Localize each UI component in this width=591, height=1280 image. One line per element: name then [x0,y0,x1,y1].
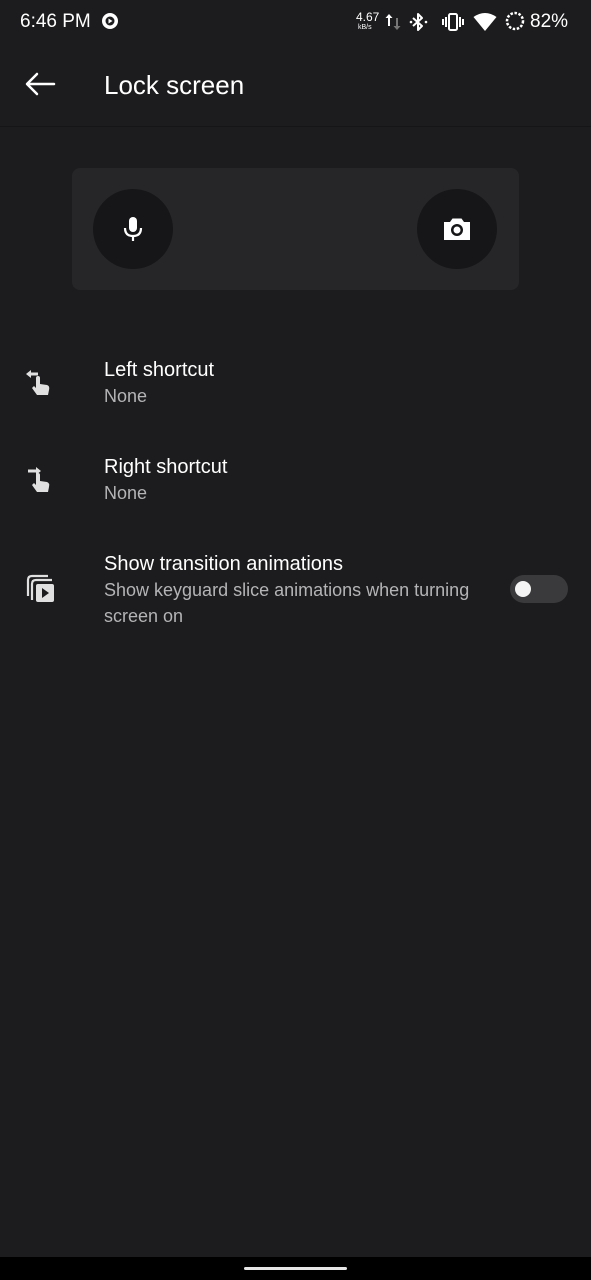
right-shortcut-icon [28,467,50,492]
data-arrows-icon [385,14,401,30]
transition-animations-title: Show transition animations [104,553,344,575]
toggle-knob [515,581,531,597]
app-bar: Lock screen [0,44,591,127]
transition-animations-toggle[interactable] [510,575,568,603]
camera-shortcut-button[interactable] [417,189,497,269]
microphone-icon [123,217,143,241]
network-speed-value: 4.67 [356,10,380,24]
back-arrow-icon[interactable] [20,66,60,102]
left-shortcut-setting[interactable]: Left shortcut None [0,348,591,420]
bluetooth-icon [409,13,428,31]
gesture-handle[interactable] [244,1267,347,1270]
network-speed-unit: kB/s [358,24,372,31]
left-shortcut-summary: None [104,386,148,406]
right-shortcut-title: Right shortcut [104,456,228,478]
network-speed: 4.67 kB/s [356,10,379,34]
wifi-icon [473,13,497,31]
status-time: 6:46 PM [20,11,91,32]
camera-icon [444,218,470,240]
cast-icon [102,13,118,29]
right-shortcut-summary: None [104,483,148,503]
status-bar: 6:46 PM 4.67 kB/s 82% [0,0,591,44]
left-shortcut-title: Left shortcut [104,359,215,381]
battery-percent: 82% [530,11,569,32]
microphone-shortcut-button[interactable] [93,189,173,269]
right-shortcut-setting[interactable]: Right shortcut None [0,445,591,517]
lockscreen-preview [72,168,519,290]
transition-animations-summary: Show keyguard slice animations when turn… [104,580,470,626]
page-title: Lock screen [104,70,245,100]
animations-icon [26,574,54,602]
transition-animations-setting[interactable]: Show transition animations Show keyguard… [0,542,591,638]
battery-saver-icon [505,11,525,31]
vibrate-icon [442,13,464,31]
left-shortcut-icon [26,370,50,395]
navigation-bar [0,1257,591,1280]
